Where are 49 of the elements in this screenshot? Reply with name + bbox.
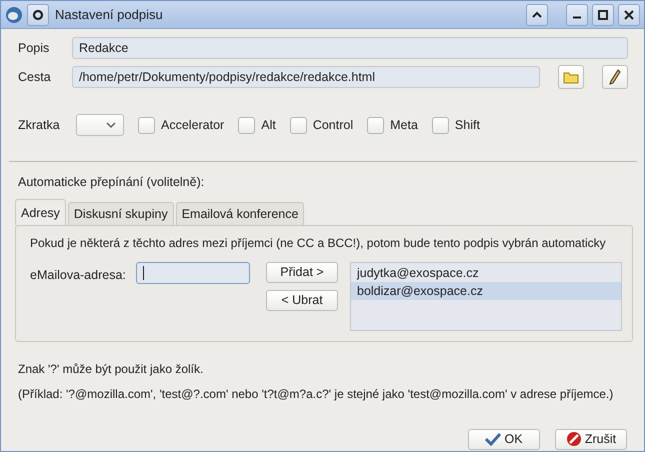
shortcut-dropdown[interactable] <box>76 114 124 136</box>
chevron-down-icon <box>106 122 116 128</box>
field-label: Popis <box>18 41 50 55</box>
cancel-button[interactable]: Zrušit <box>555 428 627 450</box>
caret-up-icon <box>532 10 542 18</box>
address-item[interactable]: judytka@exospace.cz <box>351 264 621 282</box>
hint-text: (Příklad: '?@mozilla.com', 'test@?.com' nebo 't?t@m?a.c?' je stejné jako 'test@mozilla.com' v adrese příjemce.) <box>18 387 614 403</box>
window-title: Nastavení podpisu <box>55 7 164 22</box>
address-label: eMailova-adresa: <box>30 268 127 282</box>
pencil-icon <box>609 69 621 85</box>
minimize-button[interactable] <box>566 4 588 26</box>
field-label: Cesta <box>18 70 52 84</box>
checkbox-label: Control <box>312 118 354 132</box>
checkbox-label: Alt <box>261 118 276 132</box>
checkbox[interactable] <box>432 116 449 134</box>
folder-icon <box>563 70 579 84</box>
close-button[interactable] <box>618 4 640 26</box>
app-icon <box>5 6 23 24</box>
tab[interactable]: Emailová konference <box>176 202 304 225</box>
text-field[interactable]: Redakce <box>72 37 628 59</box>
checkbox-label: Meta <box>390 118 418 132</box>
menu-icon[interactable] <box>27 4 49 26</box>
address-item[interactable]: boldizar@exospace.cz <box>351 282 621 300</box>
close-icon <box>624 10 634 20</box>
tab[interactable]: Diskusní skupiny <box>68 202 174 225</box>
tab[interactable]: Adresy <box>15 199 66 225</box>
maximize-icon <box>598 10 608 20</box>
minimize-icon <box>572 16 582 19</box>
edit-button[interactable] <box>602 65 628 89</box>
remove-button[interactable]: < Ubrat <box>266 290 338 311</box>
address-input-field[interactable] <box>136 262 250 284</box>
checkbox[interactable] <box>290 116 307 134</box>
checkbox[interactable] <box>138 116 155 134</box>
checkbox[interactable] <box>367 116 384 134</box>
description-text: Pokud je některá z těchto adres mezi příjemci (ne CC a BCC!), potom bude tento podpis vybrán automaticky <box>30 236 606 252</box>
checkbox-label: Shift <box>454 118 480 132</box>
shade-button[interactable] <box>526 4 548 26</box>
checkmark-icon <box>485 432 502 446</box>
folder-button[interactable] <box>558 65 584 89</box>
section-label: Automaticke přepínání (volitelně): <box>18 175 206 189</box>
add-button[interactable]: Přidat > <box>266 262 338 283</box>
cancel-icon <box>566 431 582 448</box>
checkbox[interactable] <box>238 116 256 134</box>
hint-text: Znak '?' může být použit jako žolík. <box>18 362 204 378</box>
ok-button[interactable]: OK <box>468 428 540 450</box>
shortcut-label: Zkratka <box>18 118 61 132</box>
checkbox-label: Accelerator <box>161 118 224 132</box>
text-field[interactable]: /home/petr/Dokumenty/podpisy/redakce/redakce.html <box>72 66 540 88</box>
maximize-button[interactable] <box>592 4 614 26</box>
